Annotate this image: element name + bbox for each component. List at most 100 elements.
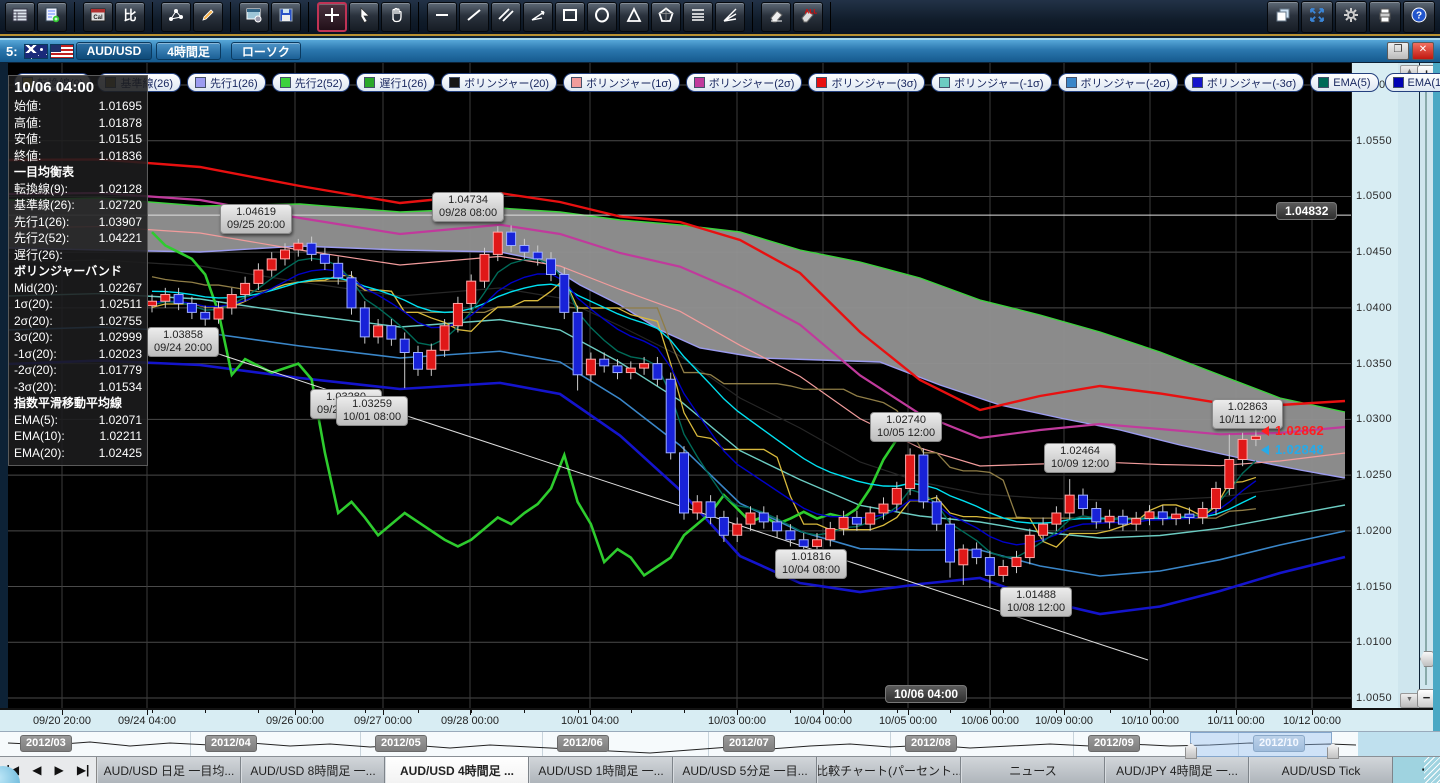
legend-swatch (939, 77, 950, 88)
cursor-tool-button[interactable] (349, 2, 379, 32)
timeline-navigator[interactable]: 2012/032012/042012/052012/062012/072012/… (0, 731, 1440, 757)
panel-row-value: 1.01515 (99, 131, 142, 148)
swing-marker: 1.0325910/01 08:00 (336, 396, 408, 426)
timeframe-button[interactable]: 4時間足 (156, 42, 221, 60)
crosshair-tool-button[interactable] (317, 2, 347, 32)
trendline-tool-button[interactable] (459, 2, 489, 32)
navigator-month-label: 2012/09 (1088, 735, 1140, 752)
tab-9[interactable]: AUD/USD Tick (1249, 757, 1393, 783)
tab-1[interactable]: AUD/USD 日足 一目均... (97, 757, 241, 783)
calendar-tool-button[interactable]: Cal (83, 2, 113, 32)
ellipse-tool-button[interactable] (587, 2, 617, 32)
windows-button[interactable] (1267, 1, 1299, 33)
table-tool-button[interactable] (5, 2, 35, 32)
legend-toggle-10[interactable]: ボリンジャー(-2σ) (1058, 73, 1178, 92)
panel-row: 高値:1.01878 (14, 115, 142, 132)
report-add-tool-button[interactable] (37, 2, 67, 32)
legend-toggle-6[interactable]: ボリンジャー(1σ) (563, 73, 680, 92)
bid-price-tag: 1.02848 (1275, 442, 1324, 457)
triangle-tool-button[interactable] (619, 2, 649, 32)
fibo-icon (689, 6, 707, 29)
fibo-tool-button[interactable] (683, 2, 713, 32)
tab-3[interactable]: AUD/USD 4時間足 ... (385, 757, 529, 783)
template-tool-button[interactable] (239, 2, 269, 32)
tab-7[interactable]: ニュース (961, 757, 1105, 783)
help-button[interactable]: ? (1403, 1, 1435, 33)
restore-window-button[interactable]: ❐ (1387, 42, 1409, 60)
legend-toggle-12[interactable]: EMA(5) (1310, 73, 1378, 92)
panel-row-value: 1.01695 (99, 98, 142, 115)
legend-toggle-13[interactable]: EMA(10) (1385, 73, 1440, 92)
calendar-icon: Cal (89, 6, 107, 29)
tab-8[interactable]: AUD/JPY 4時間足 一... (1105, 757, 1249, 783)
price-axis-label: 1.0550 (1356, 135, 1392, 147)
panel-row-value: 1.01878 (99, 115, 142, 132)
compare-tool-button[interactable]: 比 (115, 2, 145, 32)
navigator-month-label: 2012/07 (723, 735, 775, 752)
settings-button[interactable] (1335, 1, 1367, 33)
resize-grip[interactable] (1424, 757, 1440, 783)
legend-swatch (1192, 77, 1203, 88)
close-window-button[interactable]: ✕ (1412, 42, 1434, 60)
bottom-tab-bar: |◀◀▶▶|AUD/USD 日足 一目均...AUD/USD 8時間足 一...… (0, 756, 1440, 783)
parallel-tool-button[interactable] (491, 2, 521, 32)
angle-tool-button[interactable] (523, 2, 553, 32)
tab-4[interactable]: AUD/USD 1時間足 一... (529, 757, 673, 783)
price-axis-label: 1.0350 (1356, 358, 1392, 370)
legend-toggle-8[interactable]: ボリンジャー(3σ) (808, 73, 925, 92)
angle-icon (529, 6, 547, 29)
eraser-tool-button[interactable] (761, 2, 791, 32)
legend-toggle-7[interactable]: ボリンジャー(2σ) (686, 73, 803, 92)
symbol-button[interactable]: AUD/USD (76, 42, 153, 60)
panel-section-title: ボリンジャーバンド (14, 263, 142, 280)
hand-tool-button[interactable] (381, 2, 411, 32)
tab-2[interactable]: AUD/USD 8時間足 一... (241, 757, 385, 783)
legend-toggle-9[interactable]: ボリンジャー(-1σ) (931, 73, 1051, 92)
time-axis-label: 10/03 00:00 (708, 715, 766, 727)
pencil-tool-button[interactable] (193, 2, 223, 32)
save-icon (277, 6, 295, 29)
tab-5[interactable]: AUD/USD 5分足 一目... (673, 757, 817, 783)
save-tool-button[interactable] (271, 2, 301, 32)
panel-row-label: Mid(20): (14, 280, 58, 297)
chart-window-titlebar: 5: AUD/USD 4時間足 ローソク ❐ ✕ (0, 40, 1440, 62)
panel-row-value: 1.02999 (99, 329, 142, 346)
panel-row: 3σ(20):1.02999 (14, 329, 142, 346)
zoom-slider-handle[interactable] (1420, 651, 1434, 667)
fan-tool-button[interactable] (715, 2, 745, 32)
zoom-scrollbar[interactable]: +− (1420, 63, 1433, 708)
svg-text:比: 比 (123, 8, 136, 23)
time-axis-minor-tick (1003, 710, 1004, 713)
nodes-tool-button[interactable] (161, 2, 191, 32)
panel-section-label: ボリンジャーバンド (14, 263, 122, 280)
panel-row-label: -1σ(20): (14, 346, 57, 363)
toolbar-group-5 (426, 2, 753, 32)
legend-toggle-5[interactable]: ボリンジャー(20) (441, 73, 557, 92)
legend-toggle-3[interactable]: 先行2(52) (272, 73, 351, 92)
legend-swatch (1318, 77, 1329, 88)
marker-time: 10/04 08:00 (782, 564, 840, 576)
legend-toggle-11[interactable]: ボリンジャー(-3σ) (1184, 73, 1304, 92)
chart-canvas[interactable] (8, 63, 1351, 708)
pentagon-tool-button[interactable] (651, 2, 681, 32)
toolbar-group-2 (160, 2, 231, 32)
hline-tool-button[interactable] (427, 2, 457, 32)
panel-row: -1σ(20):1.02023 (14, 346, 142, 363)
legend-swatch (816, 77, 827, 88)
chart-type-button[interactable]: ローソク (231, 42, 301, 60)
time-axis-minor-tick (471, 710, 472, 713)
last-tab-button[interactable]: ▶| (77, 757, 90, 783)
legend-toggle-4[interactable]: 遅行1(26) (356, 73, 435, 92)
rect-tool-button[interactable] (555, 2, 585, 32)
vertical-scrollbar[interactable]: ▲▼ (1398, 63, 1419, 708)
prev-tab-button[interactable]: ◀ (32, 757, 41, 783)
navigator-month-label: 2012/04 (205, 735, 257, 752)
print-button[interactable] (1369, 1, 1401, 33)
legend-toggle-2[interactable]: 先行1(26) (187, 73, 266, 92)
legend-label: ボリンジャー(2σ) (709, 75, 795, 91)
tab-6[interactable]: 比較チャート(パーセント... (817, 757, 961, 783)
eraser-all-tool-button[interactable]: ALL (793, 2, 823, 32)
expand-button[interactable] (1301, 1, 1333, 33)
next-tab-button[interactable]: ▶ (55, 757, 64, 783)
time-axis-minor-tick (1163, 710, 1164, 713)
